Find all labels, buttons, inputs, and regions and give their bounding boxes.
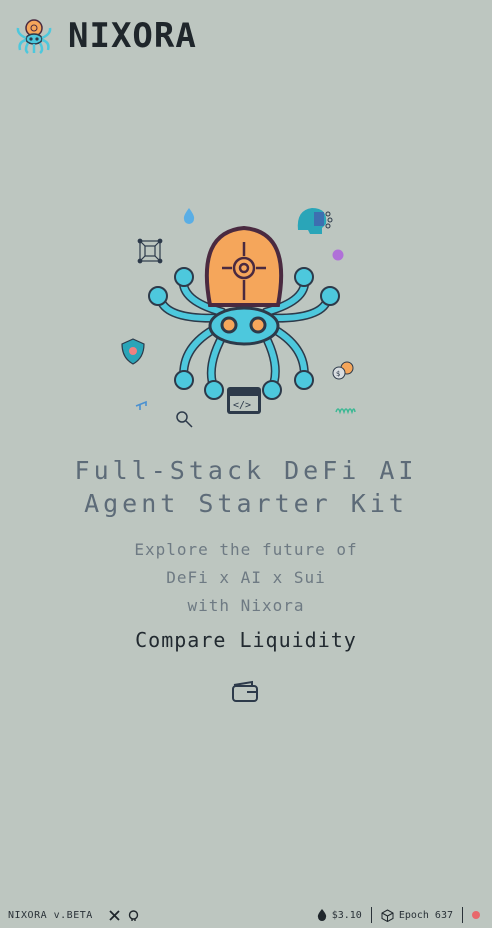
svg-text:$: $ <box>336 370 340 378</box>
sui-price-value: $3.10 <box>331 909 362 921</box>
hero-subtitle: Explore the future of DeFi x AI x Sui wi… <box>0 536 492 620</box>
version-label: NIXORA v.BETA <box>8 909 93 921</box>
header: NIXORA <box>14 16 197 56</box>
hero-title-line-1: Full-Stack DeFi AI <box>74 456 418 485</box>
shield-icon <box>121 338 145 365</box>
hero-subtitle-line-2: DeFi x AI x Sui <box>166 568 326 587</box>
status-indicator <box>472 911 480 919</box>
x-twitter-icon[interactable] <box>109 909 120 921</box>
hero-subtitle-line-1: Explore the future of <box>134 540 358 559</box>
coins-icon: $ <box>332 361 354 380</box>
logo-octopus-icon[interactable] <box>14 16 54 56</box>
github-icon[interactable] <box>128 909 139 921</box>
hero-title-line-2: Agent Starter Kit <box>84 489 408 518</box>
social-links <box>109 909 139 921</box>
compare-liquidity-button[interactable]: Compare Liquidity <box>0 628 492 652</box>
wallet-icon[interactable] <box>231 678 259 704</box>
sui-drop-icon <box>317 909 326 921</box>
hero-title: Full-Stack DeFi AI Agent Starter Kit <box>0 454 492 520</box>
wave-icon <box>335 408 356 415</box>
divider <box>462 907 463 923</box>
cube-icon <box>381 908 394 922</box>
divider <box>370 907 372 923</box>
ai-head-icon <box>297 208 333 234</box>
water-drop-icon <box>183 208 195 224</box>
hero-illustration: $ </> <box>121 208 356 428</box>
footer: NIXORA v.BETA $3.10 Epoch 637 <box>0 902 492 928</box>
hero-subtitle-line-3: with Nixora <box>187 596 305 615</box>
footer-status: $3.10 Epoch 637 <box>317 907 480 923</box>
epoch-indicator: Epoch 637 <box>381 908 453 922</box>
svg-text:</>: </> <box>233 400 251 411</box>
music-note-icon <box>135 400 147 410</box>
sui-price: $3.10 <box>317 909 362 921</box>
purple-orb-icon <box>332 249 344 261</box>
brand-name: NIXORA <box>68 16 197 56</box>
epoch-value: Epoch 637 <box>398 909 453 921</box>
network-cube-icon <box>137 238 163 264</box>
code-window-icon: </> <box>227 387 261 414</box>
zoom-search-icon <box>176 411 193 428</box>
